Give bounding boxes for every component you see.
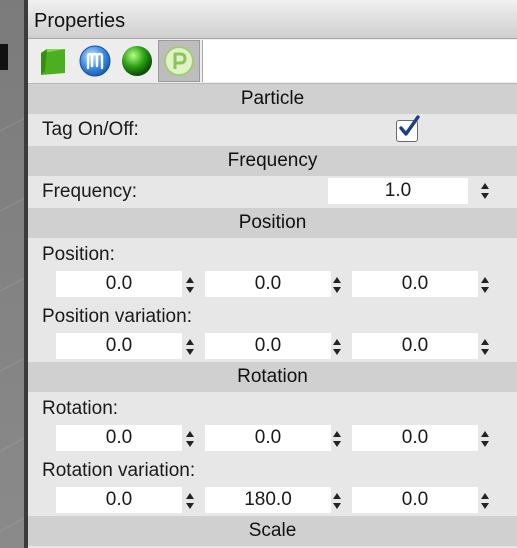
rotation-fields: 0.0 0.0 0.0	[28, 422, 517, 454]
motion-tag-icon[interactable]	[74, 40, 116, 82]
tag-bar	[28, 39, 517, 84]
position-variation-z-stepper-icon[interactable]	[480, 334, 490, 360]
rotation-x-input[interactable]: 0.0	[56, 425, 182, 451]
rotation-variation-fields: 0.0 180.0 0.0	[28, 484, 517, 516]
position-z-input[interactable]: 0.0	[352, 271, 478, 297]
viewport-tab-marker	[0, 44, 8, 70]
tag-bar-empty-area	[202, 40, 517, 82]
position-variation-y-input[interactable]: 0.0	[205, 333, 331, 359]
position-y-stepper-icon[interactable]	[332, 272, 342, 298]
rotation-y-input[interactable]: 0.0	[205, 425, 331, 451]
rotation-variation-x-stepper-icon[interactable]	[185, 488, 195, 514]
frequency-label: Frequency:	[42, 181, 138, 202]
position-x-stepper-icon[interactable]	[185, 272, 195, 298]
section-header-scale[interactable]: Scale	[28, 516, 517, 546]
section-header-rotation[interactable]: Rotation	[28, 362, 517, 392]
section-header-particle[interactable]: Particle	[28, 84, 517, 114]
frequency-row: Frequency: 1.0	[28, 176, 517, 208]
particle-tag-icon[interactable]	[158, 40, 200, 82]
viewport-edge	[0, 0, 24, 548]
rotation-variation-z-input[interactable]: 0.0	[352, 487, 478, 513]
tag-toggle-checkbox[interactable]	[396, 115, 420, 142]
rotation-variation-y-input[interactable]: 180.0	[205, 487, 331, 513]
frequency-stepper-icon[interactable]	[480, 178, 490, 204]
section-header-frequency[interactable]: Frequency	[28, 146, 517, 176]
position-variation-label: Position variation:	[42, 306, 192, 327]
position-y-input[interactable]: 0.0	[205, 271, 331, 297]
rotation-variation-y-stepper-icon[interactable]	[332, 488, 342, 514]
rotation-variation-x-input[interactable]: 0.0	[56, 487, 182, 513]
frequency-input[interactable]: 1.0	[328, 178, 468, 204]
tag-toggle-label: Tag On/Off:	[42, 119, 139, 140]
position-fields: 0.0 0.0 0.0	[28, 268, 517, 300]
properties-panel: Properties Particle Tag On/Off: Frequenc…	[28, 0, 517, 548]
position-variation-fields: 0.0 0.0 0.0	[28, 330, 517, 362]
rotation-z-input[interactable]: 0.0	[352, 425, 478, 451]
green-sphere-icon[interactable]	[116, 40, 158, 82]
rotation-y-stepper-icon[interactable]	[332, 426, 342, 452]
checkmark-icon	[399, 115, 420, 136]
panel-title: Properties	[28, 0, 517, 39]
tag-toggle-row: Tag On/Off:	[28, 114, 517, 146]
rotation-x-stepper-icon[interactable]	[185, 426, 195, 452]
position-variation-z-input[interactable]: 0.0	[352, 333, 478, 359]
position-z-stepper-icon[interactable]	[480, 272, 490, 298]
section-header-position[interactable]: Position	[28, 208, 517, 238]
position-label: Position:	[42, 244, 115, 265]
rotation-label: Rotation:	[42, 398, 119, 419]
rotation-variation-label: Rotation variation:	[42, 460, 196, 481]
position-variation-y-stepper-icon[interactable]	[332, 334, 342, 360]
position-x-input[interactable]: 0.0	[56, 271, 182, 297]
green-cube-icon[interactable]	[32, 40, 74, 82]
position-variation-x-stepper-icon[interactable]	[185, 334, 195, 360]
position-variation-x-input[interactable]: 0.0	[56, 333, 182, 359]
rotation-variation-z-stepper-icon[interactable]	[480, 488, 490, 514]
rotation-z-stepper-icon[interactable]	[480, 426, 490, 452]
